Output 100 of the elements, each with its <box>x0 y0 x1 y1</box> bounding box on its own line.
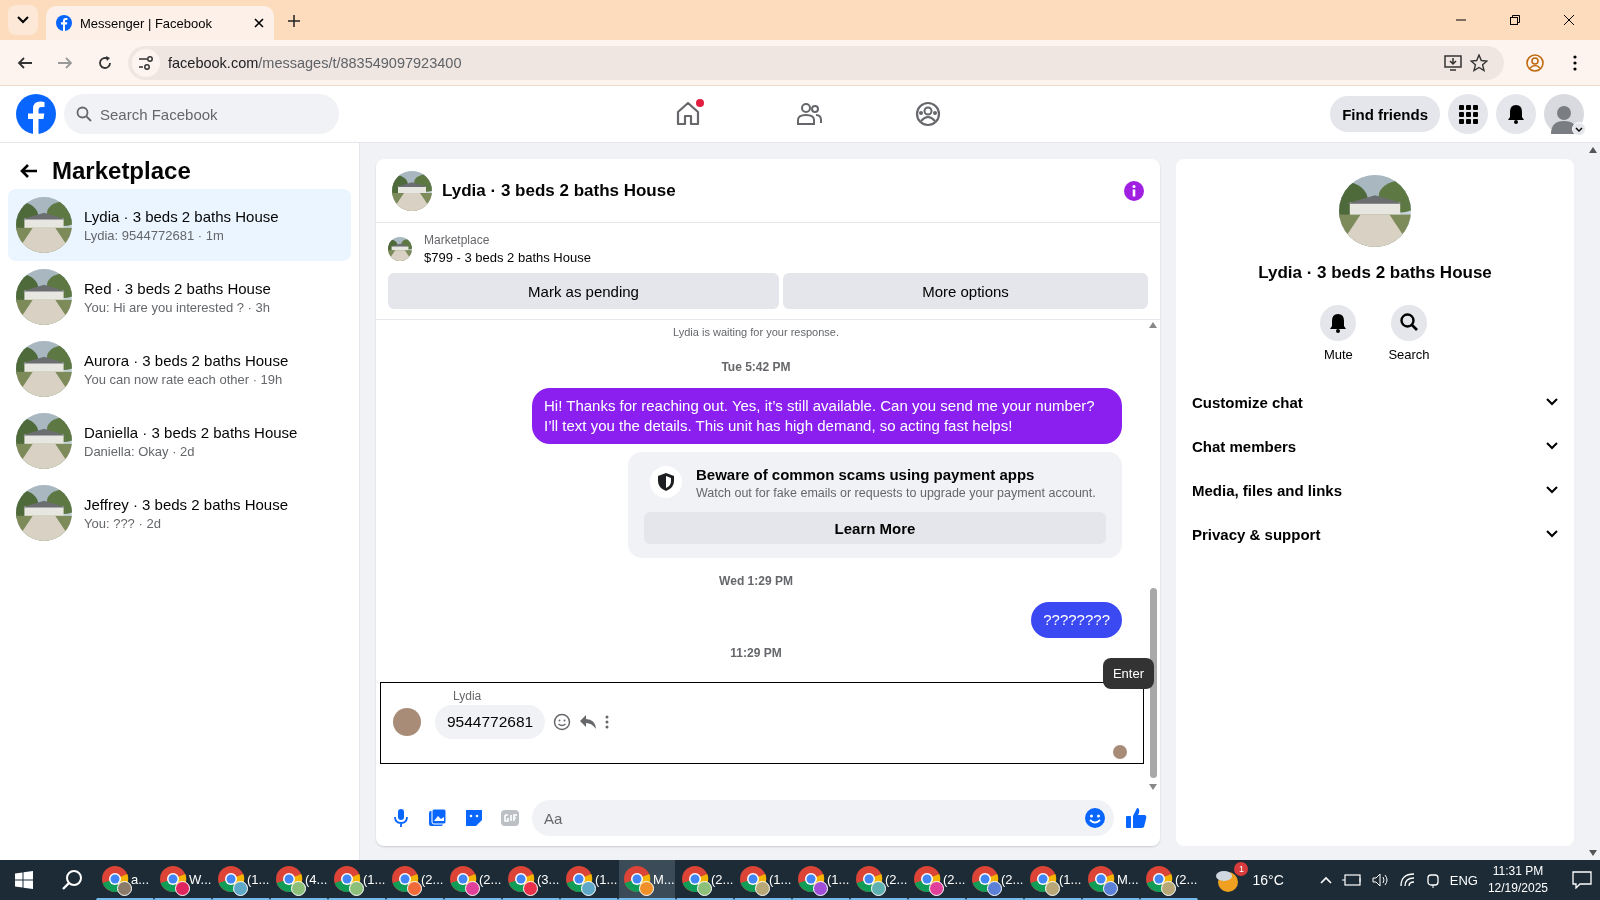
language-indicator[interactable]: ENG <box>1449 872 1478 888</box>
weather-badge: 1 <box>1234 862 1249 876</box>
find-friends-button[interactable]: Find friends <box>1330 96 1440 132</box>
thumbs-up-icon[interactable] <box>1125 807 1147 829</box>
reload-icon[interactable] <box>97 54 113 71</box>
close-icon[interactable] <box>254 18 264 28</box>
close-icon[interactable] <box>1564 15 1574 25</box>
chevron-up-icon[interactable] <box>1319 876 1332 884</box>
search-icon <box>76 106 92 122</box>
conversation-item[interactable]: Lydia · 3 beds 2 baths House Lydia: 9544772681 · 1m <box>8 189 351 261</box>
back-icon[interactable] <box>17 54 33 71</box>
warning-text: Watch out for fake emails or requests to upgrade your payment account. <box>696 486 1096 500</box>
received-message: 9544772681 <box>435 705 546 739</box>
shield-icon <box>657 472 675 492</box>
mark-pending-button[interactable]: Mark as pending <box>388 273 779 309</box>
conversation-name: Aurora · 3 beds 2 baths House <box>84 351 289 369</box>
search-icon <box>1400 313 1418 333</box>
status-notice: Lydia is waiting for your response. <box>672 325 840 340</box>
site-settings-icon[interactable] <box>138 55 154 70</box>
home-icon[interactable] <box>674 100 702 128</box>
conversation-preview: You: Hi are you interested ? · 3h <box>84 299 271 315</box>
chevron-down-icon <box>1546 442 1558 450</box>
message-input[interactable]: Aa <box>532 800 1114 836</box>
info-icon[interactable] <box>1124 180 1144 201</box>
conversation-item[interactable]: Jeffrey · 3 beds 2 baths House You: ??? · 2d <box>8 477 351 549</box>
sidebar-title: Marketplace <box>52 157 191 185</box>
install-icon[interactable] <box>1444 54 1462 71</box>
temperature: 16°C <box>1252 872 1284 888</box>
speaker-icon[interactable] <box>1371 873 1390 887</box>
listing-title: $799 - 3 beds 2 baths House <box>424 250 591 265</box>
conversation-item[interactable]: Daniella · 3 beds 2 baths House Daniella: Okay · 2d <box>8 405 351 477</box>
chat-title: Lydia · 3 beds 2 baths House <box>442 180 677 201</box>
conversation-preview: Lydia: 9544772681 · 1m <box>84 227 225 243</box>
scrollbar-thumb[interactable] <box>1149 588 1157 778</box>
plus-icon[interactable] <box>288 15 300 27</box>
tab-menu-button[interactable] <box>8 5 38 35</box>
smiley-icon[interactable] <box>553 713 572 731</box>
conversation-name: Daniella · 3 beds 2 baths House <box>84 423 298 441</box>
taskbar-app[interactable]: M... <box>618 860 676 900</box>
people-icon[interactable] <box>794 100 822 128</box>
clock-date[interactable]: 12/19/2025 <box>1487 880 1548 897</box>
listing-label: Marketplace <box>424 233 491 247</box>
conversation-name: Red · 3 beds 2 baths House <box>84 279 271 297</box>
grid-icon <box>1458 104 1478 124</box>
emoji-icon[interactable] <box>1084 807 1106 829</box>
scroll-down-icon[interactable] <box>1589 850 1597 856</box>
sender-name: Lydia <box>452 689 483 703</box>
conversation-preview: You can now rate each other · 19h <box>84 371 284 387</box>
bell-icon <box>1507 104 1525 124</box>
notifications-icon[interactable] <box>1572 871 1592 889</box>
bell-icon <box>1329 313 1348 333</box>
chevron-down-icon <box>1546 398 1558 406</box>
section-header[interactable]: Customize chat <box>1192 380 1558 424</box>
chevron-down-icon <box>1546 530 1558 538</box>
conversation-preview: Daniella: Okay · 2d <box>84 443 196 459</box>
timestamp: Tue 5:42 PM <box>720 359 792 376</box>
notifications-button[interactable] <box>1496 94 1536 134</box>
back-arrow-icon[interactable] <box>20 163 38 179</box>
conversation-preview: You: ??? · 2d <box>84 515 162 531</box>
tooltip: Enter <box>1102 658 1154 689</box>
chevron-down-icon <box>17 16 29 24</box>
learn-more-button[interactable]: Learn More <box>644 512 1106 544</box>
search-icon[interactable] <box>61 869 83 891</box>
more-options-button[interactable]: More options <box>783 273 1148 309</box>
forward-icon[interactable] <box>57 54 73 71</box>
scroll-up-icon[interactable] <box>1589 147 1597 153</box>
address-bar[interactable]: facebook.com/messages/t/883549097923400 <box>128 45 1504 80</box>
browser-tab[interactable]: Messenger | Facebook <box>46 6 274 40</box>
contact-name: Lydia · 3 beds 2 baths House <box>1257 263 1493 283</box>
sticker-icon[interactable] <box>464 808 484 828</box>
account-button[interactable] <box>1544 94 1584 134</box>
battery-icon[interactable] <box>1341 874 1362 886</box>
star-icon[interactable] <box>1470 53 1488 72</box>
sent-message: Hi! Thanks for reaching out. Yes, it’s still available. Can you send me your number? I’ll text you the details. This unit has high demand, so acting fast helps! <box>532 388 1122 444</box>
more-icon[interactable] <box>1573 54 1577 71</box>
avatar <box>393 708 421 736</box>
search-field[interactable]: Search Facebook <box>64 94 339 134</box>
read-receipt-avatar <box>1113 745 1127 759</box>
scroll-up-icon[interactable] <box>1149 322 1157 328</box>
section-header[interactable]: Media, files and links <box>1192 468 1558 512</box>
photos-icon[interactable] <box>428 808 448 828</box>
menu-button[interactable] <box>1448 94 1488 134</box>
windows-icon[interactable] <box>15 871 33 889</box>
restore-icon[interactable] <box>1510 15 1520 25</box>
conversation-item[interactable]: Aurora · 3 beds 2 baths House You can now rate each other · 19h <box>8 333 351 405</box>
chevron-down-icon <box>1546 486 1558 494</box>
reply-icon[interactable] <box>579 714 598 730</box>
section-header[interactable]: Privacy & support <box>1192 512 1558 556</box>
conversation-item[interactable]: Red · 3 beds 2 baths House You: Hi are you interested ? · 3h <box>8 261 351 333</box>
profile-icon[interactable] <box>1526 53 1544 72</box>
section-header[interactable]: Chat members <box>1192 424 1558 468</box>
conversation-name: Jeffrey · 3 beds 2 baths House <box>84 495 288 513</box>
conversation-name: Lydia · 3 beds 2 baths House <box>84 207 279 225</box>
clock-time[interactable]: 11:31 PM <box>1487 863 1548 880</box>
group-icon[interactable] <box>914 100 942 128</box>
facebook-logo-icon[interactable] <box>16 94 56 134</box>
sent-message: ???????? <box>1031 602 1122 638</box>
wifi-icon[interactable] <box>1399 873 1416 887</box>
warning-title: Beware of common scams using payment apps <box>696 466 1036 483</box>
scroll-down-icon[interactable] <box>1149 784 1157 790</box>
